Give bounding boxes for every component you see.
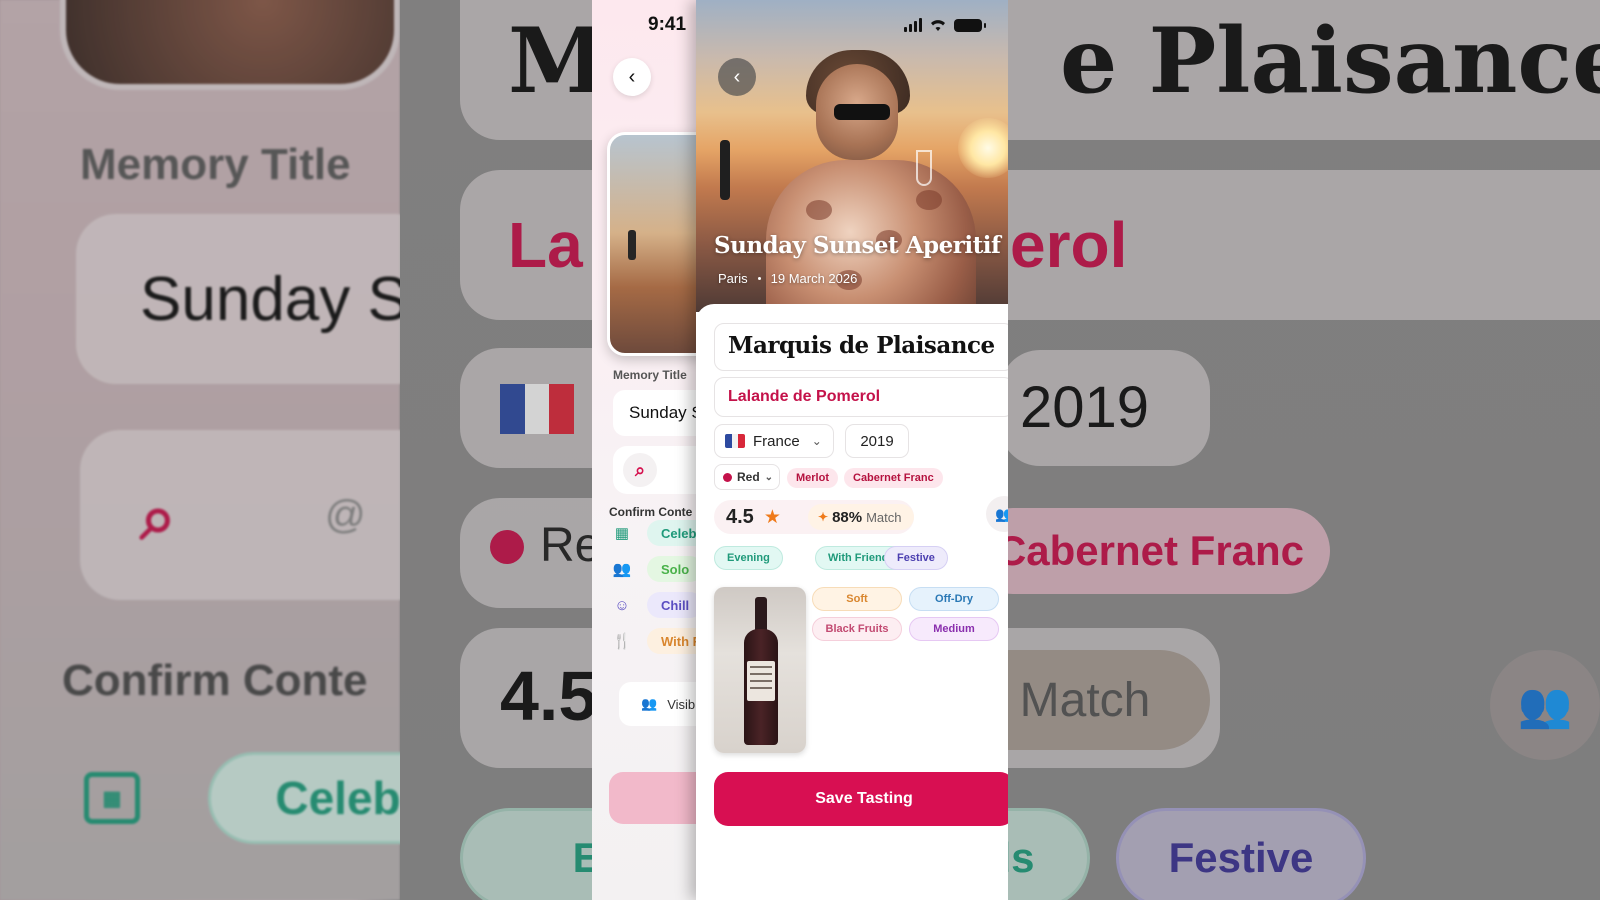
people-icon: 👥: [612, 561, 632, 578]
country-label: France: [753, 432, 800, 450]
rating-value: 4.5: [726, 505, 754, 528]
confirm-context-label: Confirm Conte: [609, 505, 693, 519]
chevron-down-icon: ⌄: [811, 434, 822, 448]
context-row: ▦ Celeb: [611, 520, 711, 546]
match-label: Match: [866, 509, 902, 525]
wine-color-dropdown[interactable]: Red ⌄: [714, 464, 780, 490]
country-dropdown[interactable]: France ⌄: [714, 424, 834, 458]
sparkle-icon: ✦: [818, 510, 829, 524]
friends-button[interactable]: 👥: [986, 496, 1008, 532]
memory-title-label: Memory Title: [613, 368, 687, 382]
context-row: ☺ Chill: [611, 592, 704, 618]
sun-glow: [958, 118, 1008, 178]
tasting-preview-card: ‹ Sunday Sunset Aperitif Paris 19 March …: [696, 0, 1008, 900]
chevron-down-icon: ⌄: [764, 471, 774, 483]
tasting-note-chip[interactable]: Black Fruits: [812, 617, 902, 641]
wine-color-label: Red: [737, 470, 760, 484]
context-row: 🍴 With F: [611, 628, 715, 654]
match-percent: 88%: [832, 508, 863, 526]
hero-photo: ‹ Sunday Sunset Aperitif Paris 19 March …: [696, 0, 1008, 312]
red-dot-icon: [723, 472, 732, 482]
sunglasses: [834, 104, 890, 120]
france-flag-icon: [725, 434, 745, 448]
grape-chip[interactable]: Cabernet Franc: [844, 468, 943, 488]
details-sheet: Marquis de Plaisance Lalande de Pomerol …: [696, 304, 1008, 900]
phone-screen: 9:41 ‹ Memory Title Sunday S ⌕ @ Confirm…: [592, 0, 1008, 900]
context-chip[interactable]: Chill: [647, 592, 704, 618]
tag-chip[interactable]: Festive: [884, 546, 948, 570]
date: 19 March 2026: [770, 271, 858, 286]
appellation-field[interactable]: Lalande de Pomerol: [714, 377, 1008, 417]
memory-title: Sunday Sunset Aperitif: [714, 232, 1001, 259]
smile-icon: ☺: [614, 596, 630, 614]
people-icon: 👥: [641, 696, 658, 711]
battery-icon: [954, 18, 986, 32]
chevron-left-icon: ‹: [733, 65, 741, 88]
tag-chip[interactable]: Evening: [714, 546, 783, 570]
shirt-pattern: [806, 200, 832, 220]
vintage-field[interactable]: 2019: [845, 424, 909, 458]
tasting-note-chip[interactable]: Off-Dry: [909, 587, 999, 611]
tasting-note-chip[interactable]: Medium: [909, 617, 999, 641]
cutlery-icon: 🍴: [612, 633, 632, 650]
background-person: [720, 140, 730, 200]
rating-row: 4.5 ★ ✦ 88% Match: [714, 500, 914, 534]
bottle-label: [747, 661, 775, 701]
people-icon: 👥: [995, 505, 1008, 522]
context-row: 👥 Solo: [611, 556, 704, 582]
calendar-icon: ▦: [614, 525, 630, 542]
wifi-icon: [931, 20, 945, 31]
location: Paris: [718, 271, 748, 286]
wine-glass: [916, 150, 932, 186]
photo-figure: [628, 230, 636, 260]
status-time: 9:41: [648, 14, 687, 35]
bottle-neck: [755, 597, 767, 633]
visibility-label: Visib: [667, 696, 696, 712]
star-icon: ★: [763, 506, 781, 528]
bottle-photo[interactable]: [714, 587, 806, 753]
back-button[interactable]: ‹: [718, 58, 756, 96]
context-chip[interactable]: Solo: [647, 556, 704, 582]
search-icon: ⌕: [623, 453, 657, 487]
memory-meta: Paris 19 March 2026: [718, 271, 857, 286]
status-icons: [904, 18, 986, 32]
back-button[interactable]: ‹: [613, 58, 651, 96]
match-badge: ✦ 88% Match: [808, 504, 914, 530]
signal-icon: [904, 18, 922, 32]
separator-dot: [757, 277, 761, 280]
chevron-left-icon: ‹: [628, 65, 636, 88]
wine-bottle: [744, 597, 778, 745]
save-tasting-button[interactable]: Save Tasting: [714, 772, 1008, 826]
wine-name-field[interactable]: Marquis de Plaisance: [714, 323, 1008, 371]
grape-chip[interactable]: Merlot: [787, 468, 838, 488]
tasting-note-chip[interactable]: Soft: [812, 587, 902, 611]
shirt-pattern: [916, 190, 942, 210]
